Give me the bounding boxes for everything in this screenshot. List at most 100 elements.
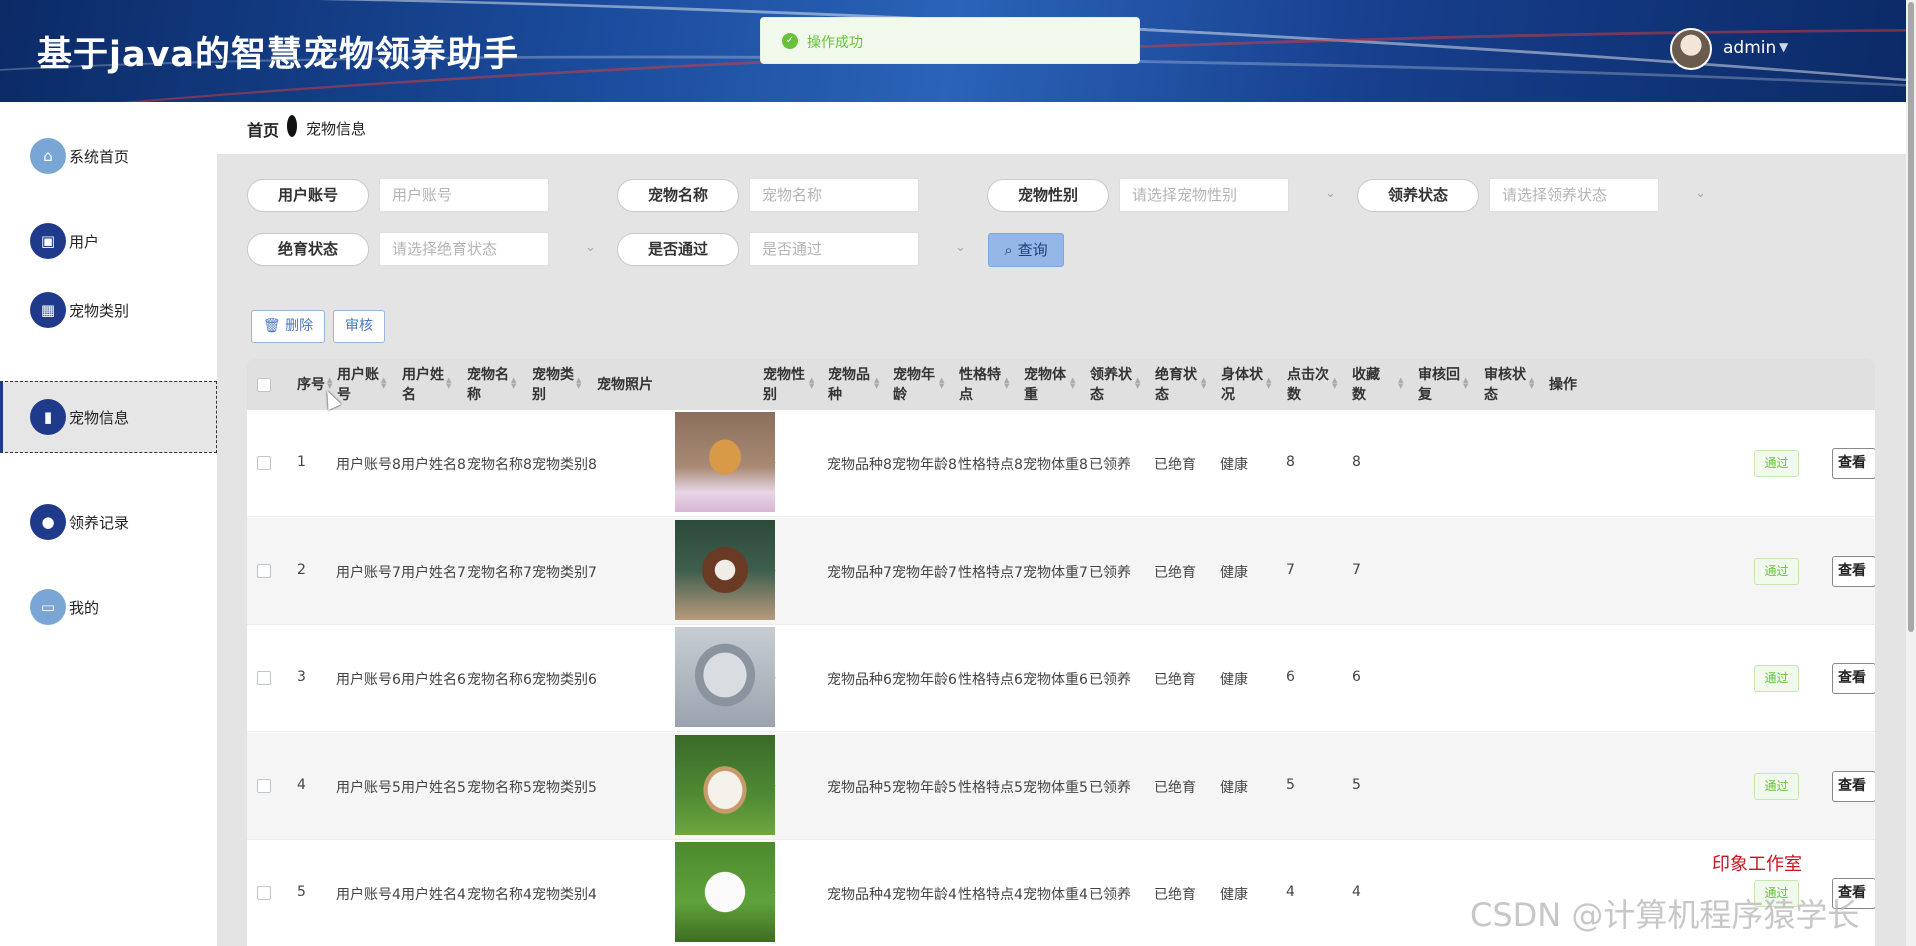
sort-caret-icon[interactable]: ▲ ▼: [1398, 377, 1403, 390]
sidebar-item-home[interactable]: ⌂ 系统首页: [0, 122, 217, 192]
column-header[interactable]: 审核状态: [1484, 365, 1526, 405]
sidebar: ⌂ 系统首页 ▣ 用户 ▦ 宠物类别 ▮ 宠物信息 ● 领养记录 ▭ 我的: [0, 102, 217, 946]
table-cell: 4: [297, 776, 306, 793]
pet-photo[interactable]: [675, 519, 775, 620]
main-content: 用户账号 用户账号 宠物名称 宠物名称 宠物性别 请选择宠物性别 ⌄ 领养状态 …: [217, 154, 1906, 946]
book-icon: ▮: [30, 399, 66, 435]
table-cell: 宠物年龄8: [892, 457, 957, 473]
column-header-label: 绝育状: [1155, 367, 1197, 383]
sort-caret-icon[interactable]: ▲ ▼: [1463, 377, 1468, 390]
select-all-checkbox[interactable]: [257, 378, 271, 392]
view-button[interactable]: 查看: [1832, 448, 1875, 479]
sidebar-item-pet-info[interactable]: ▮ 宠物信息: [0, 381, 217, 453]
column-header[interactable]: 领养状态: [1090, 365, 1132, 405]
column-header: 操作: [1549, 375, 1577, 395]
pet-photo[interactable]: [675, 412, 775, 512]
column-header[interactable]: 宠物性别: [763, 365, 805, 405]
table-cell: 宠物类别5: [532, 779, 597, 796]
sort-caret-icon[interactable]: ▲ ▼: [809, 377, 814, 390]
row-checkbox[interactable]: [257, 671, 271, 685]
table-cell: 宠物体重6: [1023, 672, 1088, 688]
sidebar-item-label: 用户: [69, 233, 100, 251]
sterilization-status-select[interactable]: 请选择绝育状态: [379, 232, 549, 266]
sidebar-item-adoption-records[interactable]: ● 领养记录: [0, 488, 217, 558]
row-checkbox[interactable]: [257, 886, 271, 900]
row-checkbox[interactable]: [257, 456, 271, 470]
column-header[interactable]: 序号: [297, 375, 325, 395]
column-header-label: 宠物年: [893, 367, 935, 383]
user-account-input[interactable]: 用户账号: [379, 178, 549, 212]
chevron-down-icon[interactable]: ▼: [1779, 40, 1788, 54]
view-button[interactable]: 查看: [1832, 770, 1875, 802]
column-header[interactable]: 审核回复: [1418, 365, 1460, 405]
sort-caret-icon[interactable]: ▲ ▼: [1332, 377, 1337, 390]
sidebar-item-pet-category[interactable]: ▦ 宠物类别: [0, 276, 217, 346]
scrollbar-thumb[interactable]: [1908, 2, 1914, 632]
row-checkbox[interactable]: [257, 563, 271, 578]
sort-caret-icon[interactable]: ▲ ▼: [1070, 377, 1075, 390]
approved-select[interactable]: 是否通过: [749, 232, 919, 266]
column-header[interactable]: 性格特点: [959, 365, 1001, 405]
column-header-label: 复: [1418, 387, 1432, 403]
column-header-label: 龄: [893, 387, 907, 403]
sort-caret-icon[interactable]: ▲ ▼: [874, 377, 879, 390]
column-header[interactable]: 点击次数: [1287, 365, 1329, 405]
pet-name-input[interactable]: 宠物名称: [749, 178, 919, 212]
sidebar-item-mine[interactable]: ▭ 我的: [0, 573, 217, 643]
table-cell: 已绝育: [1154, 779, 1196, 796]
chevron-down-icon[interactable]: ⌄: [1325, 186, 1336, 201]
filter-label-pet-name: 宠物名称: [617, 179, 739, 212]
delete-button[interactable]: 🗑 删除: [251, 310, 325, 343]
pet-gender-select[interactable]: 请选择宠物性别: [1119, 178, 1289, 212]
column-header[interactable]: 绝育状态: [1155, 365, 1197, 405]
user-avatar[interactable]: [1670, 28, 1712, 70]
column-header[interactable]: 宠物体重: [1024, 365, 1066, 405]
sort-caret-icon[interactable]: ▲ ▼: [1004, 377, 1009, 390]
column-header[interactable]: 宠物品种: [828, 365, 870, 405]
user-name[interactable]: admin: [1723, 38, 1776, 58]
sort-caret-icon[interactable]: ▲ ▼: [939, 377, 944, 390]
table-cell: 宠物类别8: [532, 457, 597, 473]
chevron-down-icon[interactable]: ⌄: [955, 240, 966, 255]
view-button[interactable]: 查看: [1832, 663, 1875, 694]
sort-caret-icon[interactable]: ▲ ▼: [1135, 377, 1140, 390]
breadcrumb-home[interactable]: 首页: [247, 117, 279, 141]
sort-caret-icon[interactable]: ▲ ▼: [381, 377, 386, 390]
column-header-label: 操作: [1549, 377, 1577, 393]
table-cell: 宠物名称8: [467, 457, 532, 473]
chevron-down-icon[interactable]: ⌄: [1695, 186, 1706, 201]
sort-caret-icon[interactable]: ▲ ▼: [1529, 377, 1534, 390]
column-header[interactable]: 宠物年龄: [893, 365, 935, 405]
pet-photo[interactable]: [675, 842, 775, 942]
column-header[interactable]: 用户姓名: [402, 365, 444, 405]
sort-caret-icon[interactable]: ▲ ▼: [446, 377, 451, 390]
row-checkbox[interactable]: [257, 778, 271, 793]
sort-caret-icon[interactable]: ▲ ▼: [1201, 377, 1206, 390]
audit-button[interactable]: 审核: [333, 310, 385, 343]
sort-caret-icon[interactable]: ▲ ▼: [511, 377, 516, 390]
table-cell: 8: [1286, 454, 1295, 470]
sort-caret-icon[interactable]: ▲ ▼: [327, 377, 332, 390]
pet-photo[interactable]: [675, 734, 775, 835]
column-header[interactable]: 用户账号: [337, 365, 379, 405]
pet-photo[interactable]: [675, 627, 775, 727]
column-header[interactable]: 宠物类别: [532, 365, 574, 405]
chevron-down-icon[interactable]: ⌄: [585, 240, 596, 255]
column-header-label: 点击次: [1287, 367, 1329, 383]
page-scrollbar[interactable]: [1906, 0, 1916, 946]
query-button[interactable]: ⌕ 查询: [988, 233, 1064, 267]
breadcrumb: 首页 宠物信息: [217, 102, 1906, 154]
column-header: 宠物照片: [597, 375, 653, 395]
sort-caret-icon[interactable]: ▲ ▼: [576, 377, 581, 390]
table-cell: 5: [297, 884, 306, 900]
view-button[interactable]: 查看: [1832, 555, 1875, 587]
adoption-status-select[interactable]: 请选择领养状态: [1489, 178, 1659, 212]
table-cell: 用户姓名6: [401, 672, 466, 688]
table-cell: 用户姓名4: [401, 887, 466, 903]
column-header[interactable]: 身体状况: [1221, 365, 1263, 405]
sort-caret-icon[interactable]: ▲ ▼: [1266, 377, 1271, 390]
sidebar-item-users[interactable]: ▣ 用户: [0, 207, 217, 277]
column-header[interactable]: 宠物名称: [467, 365, 509, 405]
column-header[interactable]: 收藏数: [1352, 365, 1380, 405]
filter-label-pet-gender: 宠物性别: [987, 179, 1109, 212]
